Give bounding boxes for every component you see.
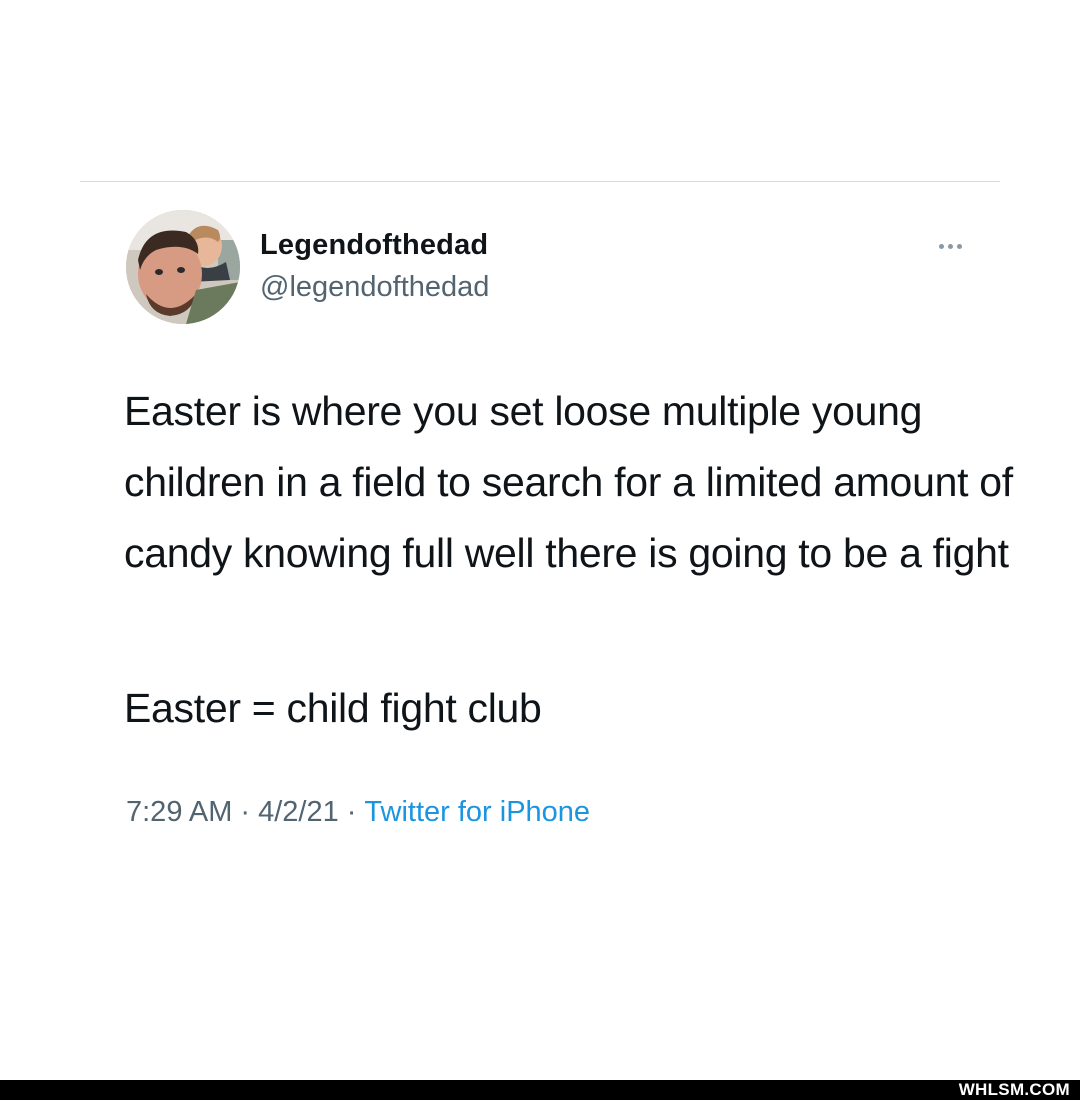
watermark: WHLSM.COM (958, 1080, 1070, 1099)
tweet-text-paragraph: Easter is where you set loose multiple y… (124, 388, 1013, 576)
footer-bar: WHLSM.COM (0, 1080, 1080, 1100)
author-handle[interactable]: @legendofthedad (260, 271, 489, 304)
tweet-time[interactable]: 7:29 AM (126, 796, 232, 828)
more-options-button[interactable] (928, 236, 972, 256)
avatar[interactable] (126, 210, 240, 324)
tweet-metadata: 7:29 AM · 4/2/21 · Twitter for iPhone (126, 796, 590, 829)
tweet-text-paragraph: Easter = child fight club (124, 685, 542, 731)
tweet-date[interactable]: 4/2/21 (258, 796, 339, 828)
avatar-photo (126, 210, 240, 324)
more-horizontal-icon (956, 243, 962, 249)
separator: · (346, 796, 357, 828)
author-display-name[interactable]: Legendofthedad (260, 229, 488, 262)
more-horizontal-icon (947, 243, 953, 249)
tweet-source-link[interactable]: Twitter for iPhone (364, 796, 590, 828)
more-horizontal-icon (938, 243, 944, 249)
separator: · (240, 796, 251, 828)
top-divider (80, 181, 1000, 182)
